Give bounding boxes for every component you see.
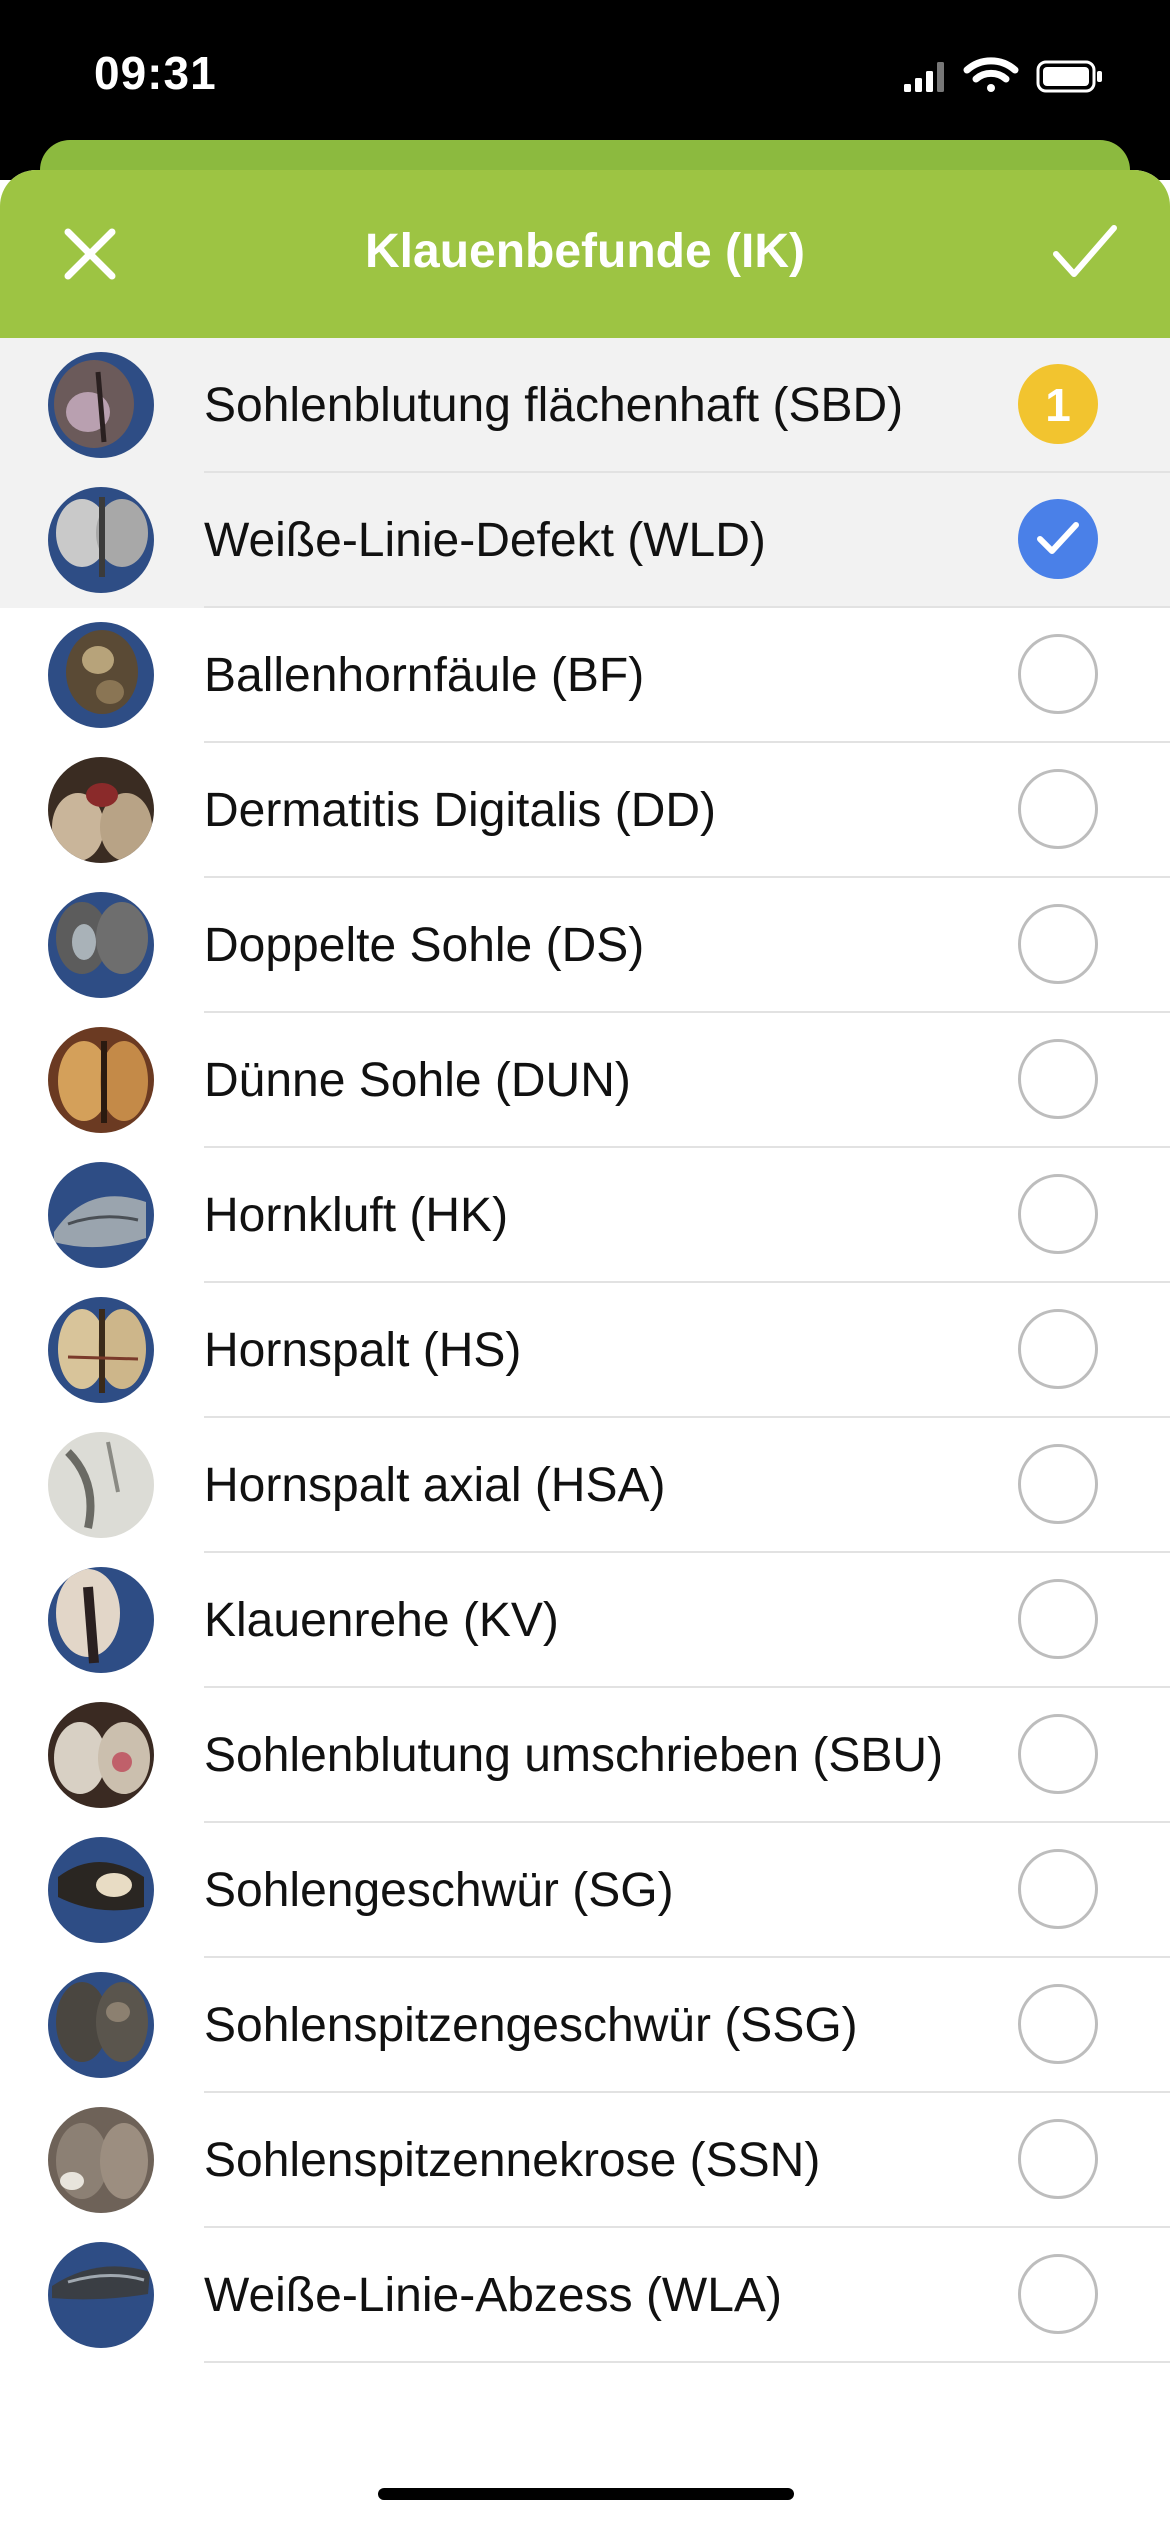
finding-row-sbu[interactable]: Sohlenblutung umschrieben (SBU) (0, 1688, 1170, 1823)
selected-checkbox[interactable] (1018, 499, 1098, 579)
finding-thumbnail (48, 1702, 154, 1808)
finding-label: Sohlengeschwür (SG) (204, 1864, 674, 1917)
status-icons (870, 0, 1170, 140)
checkbox[interactable] (1018, 1444, 1098, 1524)
finding-label: Hornspalt axial (HSA) (204, 1459, 666, 1512)
finding-label: Sohlenspitzengeschwür (SSG) (204, 1999, 858, 2052)
count-value: 1 (1045, 379, 1071, 431)
finding-row-hs[interactable]: Hornspalt (HS) (0, 1283, 1170, 1418)
finding-thumbnail (48, 487, 154, 593)
checkmark-icon (1037, 522, 1079, 554)
finding-thumbnail (48, 757, 154, 863)
finding-label: Klauenrehe (KV) (204, 1594, 559, 1647)
finding-row-wla[interactable]: Weiße-Linie-Abzess (WLA) (0, 2228, 1170, 2363)
finding-row-dd[interactable]: Dermatitis Digitalis (DD) (0, 743, 1170, 878)
finding-row-sg[interactable]: Sohlengeschwür (SG) (0, 1823, 1170, 1958)
finding-thumbnail (48, 1027, 154, 1133)
findings-list: Sohlenblutung flächenhaft (SBD) 1 Weiße-… (0, 338, 1170, 2363)
finding-row-hsa[interactable]: Hornspalt axial (HSA) (0, 1418, 1170, 1553)
finding-row-bf[interactable]: Ballenhornfäule (BF) (0, 608, 1170, 743)
checkbox[interactable] (1018, 634, 1098, 714)
checkbox[interactable] (1018, 1039, 1098, 1119)
signal-icon (904, 62, 944, 92)
finding-thumbnail (48, 1972, 154, 2078)
finding-thumbnail (48, 1432, 154, 1538)
checkbox[interactable] (1018, 769, 1098, 849)
finding-label: Dünne Sohle (DUN) (204, 1054, 631, 1107)
confirm-button[interactable] (1050, 220, 1120, 284)
checkbox[interactable] (1018, 1849, 1098, 1929)
finding-thumbnail (48, 2107, 154, 2213)
wifi-icon (963, 57, 1019, 92)
finding-row-ssg[interactable]: Sohlenspitzengeschwür (SSG) (0, 1958, 1170, 2093)
count-badge[interactable]: 1 (1018, 364, 1098, 444)
finding-label: Sohlenspitzennekrose (SSN) (204, 2134, 821, 2187)
finding-label: Weiße-Linie-Defekt (WLD) (204, 514, 766, 567)
home-indicator[interactable] (378, 2488, 794, 2500)
finding-row-ds[interactable]: Doppelte Sohle (DS) (0, 878, 1170, 1013)
battery-icon (1036, 60, 1102, 93)
finding-row-kv[interactable]: Klauenrehe (KV) (0, 1553, 1170, 1688)
finding-thumbnail (48, 1837, 154, 1943)
finding-label: Hornspalt (HS) (204, 1324, 522, 1377)
finding-row-wld[interactable]: Weiße-Linie-Defekt (WLD) (0, 473, 1170, 608)
page-title: Klauenbefunde (IK) (365, 225, 805, 278)
finding-label: Sohlenblutung flächenhaft (SBD) (204, 379, 904, 432)
finding-thumbnail (48, 892, 154, 998)
checkbox[interactable] (1018, 1984, 1098, 2064)
checkbox[interactable] (1018, 1579, 1098, 1659)
finding-thumbnail (48, 1567, 154, 1673)
nav-bar: Klauenbefunde (IK) (0, 170, 1170, 338)
finding-label: Sohlenblutung umschrieben (SBU) (204, 1729, 944, 1782)
finding-label: Dermatitis Digitalis (DD) (204, 784, 717, 837)
finding-row-hk[interactable]: Hornkluft (HK) (0, 1148, 1170, 1283)
finding-thumbnail (48, 622, 154, 728)
finding-row-sbd[interactable]: Sohlenblutung flächenhaft (SBD) 1 (0, 338, 1170, 473)
status-time: 09:31 (94, 47, 217, 99)
checkbox[interactable] (1018, 2254, 1098, 2334)
checkbox[interactable] (1018, 2119, 1098, 2199)
finding-thumbnail (48, 2242, 154, 2348)
checkbox[interactable] (1018, 1714, 1098, 1794)
finding-row-dun[interactable]: Dünne Sohle (DUN) (0, 1013, 1170, 1148)
finding-thumbnail (48, 352, 154, 458)
finding-label: Weiße-Linie-Abzess (WLA) (204, 2269, 782, 2322)
findings-sheet: Klauenbefunde (IK) Sohlenblutung flächen… (0, 170, 1170, 2532)
checkbox[interactable] (1018, 1174, 1098, 1254)
finding-label: Ballenhornfäule (BF) (204, 649, 645, 702)
checkbox[interactable] (1018, 904, 1098, 984)
finding-label: Doppelte Sohle (DS) (204, 919, 645, 972)
finding-label: Hornkluft (HK) (204, 1189, 509, 1242)
finding-thumbnail (48, 1297, 154, 1403)
checkbox[interactable] (1018, 1309, 1098, 1389)
finding-row-ssn[interactable]: Sohlenspitzennekrose (SSN) (0, 2093, 1170, 2228)
finding-thumbnail (48, 1162, 154, 1268)
checkmark-icon (1053, 225, 1117, 277)
